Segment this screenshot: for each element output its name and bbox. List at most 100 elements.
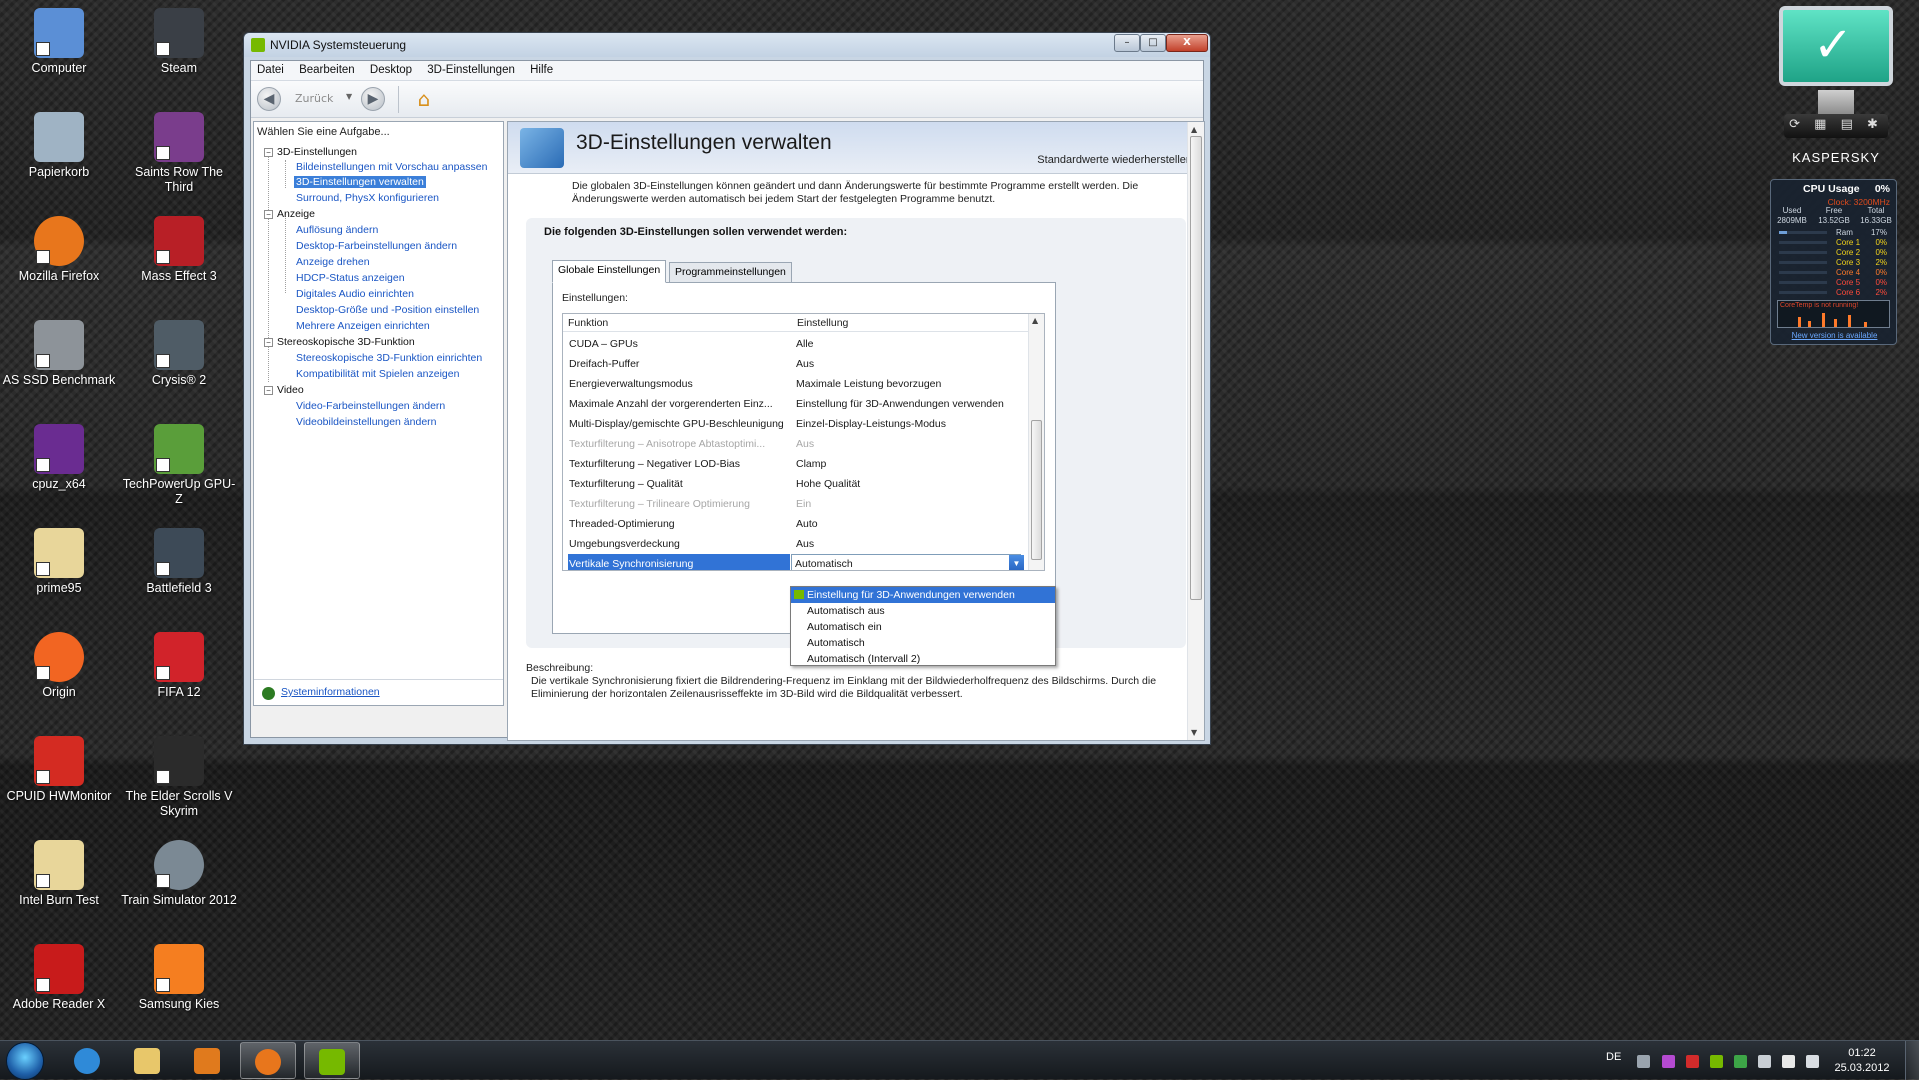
tray-arrow-icon[interactable]	[1637, 1055, 1650, 1068]
tree-link-surround-physx[interactable]: Surround, PhysX konfigurieren	[296, 192, 439, 204]
taskbar-clock[interactable]: 01:22 25.03.2012	[1832, 1046, 1892, 1076]
taskbar-app-nvidia[interactable]	[304, 1042, 360, 1079]
menu-datei[interactable]: Datei	[251, 61, 290, 79]
page-scroll-thumb[interactable]	[1190, 136, 1202, 600]
menu-3d-einstellungen[interactable]: 3D-Einstellungen	[421, 61, 521, 79]
tab-program-settings[interactable]: Programmeinstellungen	[669, 262, 792, 283]
close-button[interactable]: X	[1166, 34, 1208, 52]
tree-category-3d[interactable]: −3D-Einstellungen	[264, 146, 357, 158]
taskbar-app-firefox[interactable]	[240, 1042, 296, 1079]
tray-app-icon[interactable]	[1662, 1055, 1675, 1068]
taskbar-app-media-player[interactable]	[180, 1042, 236, 1079]
grid-scrollbar[interactable]: ▲	[1028, 314, 1044, 570]
desktop-icon-saints-row[interactable]: Saints Row The Third	[120, 112, 238, 195]
cpu-usage-gadget[interactable]: CPU Usage 0% Clock: 3200MHz Used 2809MB F…	[1770, 179, 1897, 345]
kaspersky-toolbar-icons[interactable]: ⟳ ▦ ▤ ✱	[1784, 114, 1888, 138]
desktop-icon-skyrim[interactable]: The Elder Scrolls V Skyrim	[120, 736, 238, 819]
settings-row[interactable]: CUDA – GPUs Alle	[563, 334, 1029, 354]
home-button[interactable]: ⌂	[411, 87, 437, 111]
tray-security-icon[interactable]	[1686, 1055, 1699, 1068]
desktop-icon-adobe-reader[interactable]: Adobe Reader X	[0, 944, 118, 1012]
settings-row[interactable]: Maximale Anzahl der vorgerenderten Einz.…	[563, 394, 1029, 414]
settings-row[interactable]: Energieverwaltungsmodus Maximale Leistung…	[563, 374, 1029, 394]
tray-network-icon[interactable]	[1758, 1055, 1771, 1068]
vsync-select[interactable]: Automatisch	[791, 554, 1021, 570]
tray-volume-icon[interactable]	[1806, 1055, 1819, 1068]
scroll-up-icon[interactable]: ▲	[1032, 316, 1038, 325]
desktop-icon-prime95[interactable]: prime95	[0, 528, 118, 596]
desktop-icon-as-ssd[interactable]: AS SSD Benchmark	[0, 320, 118, 388]
system-info-link[interactable]: Systeminformationen	[281, 686, 380, 698]
desktop-icon-crysis[interactable]: Crysis® 2	[120, 320, 238, 388]
grid-scroll-thumb[interactable]	[1031, 420, 1042, 560]
menu-hilfe[interactable]: Hilfe	[524, 61, 559, 79]
collapse-icon[interactable]: −	[264, 210, 273, 219]
desktop-icon-steam[interactable]: Steam	[120, 8, 238, 76]
desktop-icon-fifa[interactable]: FIFA 12	[120, 632, 238, 700]
chevron-down-icon[interactable]: ▼	[1009, 555, 1024, 570]
new-version-link[interactable]: New version is available	[1771, 331, 1898, 340]
settings-row[interactable]: Umgebungsverdeckung Aus	[563, 534, 1029, 554]
tree-link-bildeinstellungen[interactable]: Bildeinstellungen mit Vorschau anpassen	[296, 161, 487, 173]
tree-link-kompatibilitaet[interactable]: Kompatibilität mit Spielen anzeigen	[296, 368, 459, 380]
tree-link-anzeige-drehen[interactable]: Anzeige drehen	[296, 256, 370, 268]
settings-row-selected[interactable]: Vertikale Synchronisierung Automatisch ▼	[563, 554, 1029, 570]
settings-row[interactable]: Texturfilterung – Negativer LOD-Bias Clam…	[563, 454, 1029, 474]
menu-desktop[interactable]: Desktop	[364, 61, 418, 79]
desktop-icon-computer[interactable]: Computer	[0, 8, 118, 76]
collapse-icon[interactable]: −	[264, 148, 273, 157]
kaspersky-gadget[interactable]: ✓ ⟳ ▦ ▤ ✱ KASPERSKY	[1774, 4, 1898, 165]
tree-link-hdcp[interactable]: HDCP-Status anzeigen	[296, 272, 405, 284]
tree-link-desktop-groesse[interactable]: Desktop-Größe und -Position einstellen	[296, 304, 479, 316]
forward-button[interactable]: ▶	[361, 87, 385, 111]
tree-link-digitales-audio[interactable]: Digitales Audio einrichten	[296, 288, 414, 300]
tree-link-stereo-einrichten[interactable]: Stereoskopische 3D-Funktion einrichten	[296, 352, 482, 364]
minimize-button[interactable]: –	[1114, 34, 1140, 52]
desktop-icon-mass-effect[interactable]: Mass Effect 3	[120, 216, 238, 284]
tree-link-desktop-farbe[interactable]: Desktop-Farbeinstellungen ändern	[296, 240, 457, 252]
tree-category-stereo[interactable]: − Stereoskopische 3D-Funktion	[264, 336, 415, 348]
column-header-einstellung[interactable]: Einstellung	[792, 314, 1029, 332]
tree-category-anzeige[interactable]: − Anzeige	[264, 208, 315, 220]
dropdown-option[interactable]: Einstellung für 3D-Anwendungen verwenden	[791, 587, 1055, 603]
dropdown-option[interactable]: Automatisch ein	[791, 619, 1055, 635]
tab-global-settings[interactable]: Globale Einstellungen	[552, 260, 667, 283]
desktop-icon-origin[interactable]: Origin	[0, 632, 118, 700]
tray-action-center-icon[interactable]	[1782, 1055, 1795, 1068]
page-scrollbar[interactable]: ▲ ▼	[1187, 122, 1204, 740]
taskbar-app-explorer[interactable]	[120, 1042, 176, 1079]
taskbar-app-internet-explorer[interactable]	[60, 1042, 116, 1079]
column-header-funktion[interactable]: Funktion	[563, 314, 792, 332]
desktop-icon-hwmonitor[interactable]: CPUID HWMonitor	[0, 736, 118, 804]
dropdown-option[interactable]: Automatisch (Intervall 2)	[791, 651, 1055, 667]
show-desktop-button[interactable]	[1905, 1041, 1919, 1080]
tree-category-video[interactable]: − Video	[264, 384, 304, 396]
tree-link-video-farbe[interactable]: Video-Farbeinstellungen ändern	[296, 400, 445, 412]
desktop-icon-battlefield[interactable]: Battlefield 3	[120, 528, 238, 596]
settings-row[interactable]: Dreifach-Puffer Aus	[563, 354, 1029, 374]
back-button[interactable]: ◀	[257, 87, 281, 111]
dropdown-option[interactable]: Automatisch aus	[791, 603, 1055, 619]
collapse-icon[interactable]: −	[264, 386, 273, 395]
tree-link-videobild[interactable]: Videobildeinstellungen ändern	[296, 416, 437, 428]
restore-defaults-link[interactable]: Standardwerte wiederherstellen	[1037, 154, 1192, 166]
back-label[interactable]: Zurück	[295, 92, 333, 105]
tree-link-3d-verwalten[interactable]: 3D-Einstellungen verwalten	[294, 176, 426, 188]
desktop-icon-firefox[interactable]: Mozilla Firefox	[0, 216, 118, 284]
back-history-dropdown[interactable]: ▼	[346, 92, 352, 101]
desktop-icon-train-simulator[interactable]: Train Simulator 2012	[120, 840, 238, 908]
menu-bearbeiten[interactable]: Bearbeiten	[293, 61, 361, 79]
start-button[interactable]	[6, 1042, 44, 1080]
scroll-up-icon[interactable]: ▲	[1191, 125, 1197, 134]
settings-row[interactable]: Threaded-Optimierung Auto	[563, 514, 1029, 534]
language-indicator[interactable]: DE	[1606, 1051, 1621, 1063]
desktop-icon-samsung-kies[interactable]: Samsung Kies	[120, 944, 238, 1012]
desktop-icon-gpuz[interactable]: TechPowerUp GPU-Z	[120, 424, 238, 507]
tray-nvidia-icon[interactable]	[1710, 1055, 1723, 1068]
collapse-icon[interactable]: −	[264, 338, 273, 347]
desktop-icon-papierkorb[interactable]: Papierkorb	[0, 112, 118, 180]
dropdown-option[interactable]: Automatisch	[791, 635, 1055, 651]
tray-kaspersky-icon[interactable]	[1734, 1055, 1747, 1068]
title-bar[interactable]: NVIDIA Systemsteuerung – □ X	[244, 33, 1210, 57]
settings-row[interactable]: Multi-Display/gemischte GPU-Beschleunigu…	[563, 414, 1029, 434]
